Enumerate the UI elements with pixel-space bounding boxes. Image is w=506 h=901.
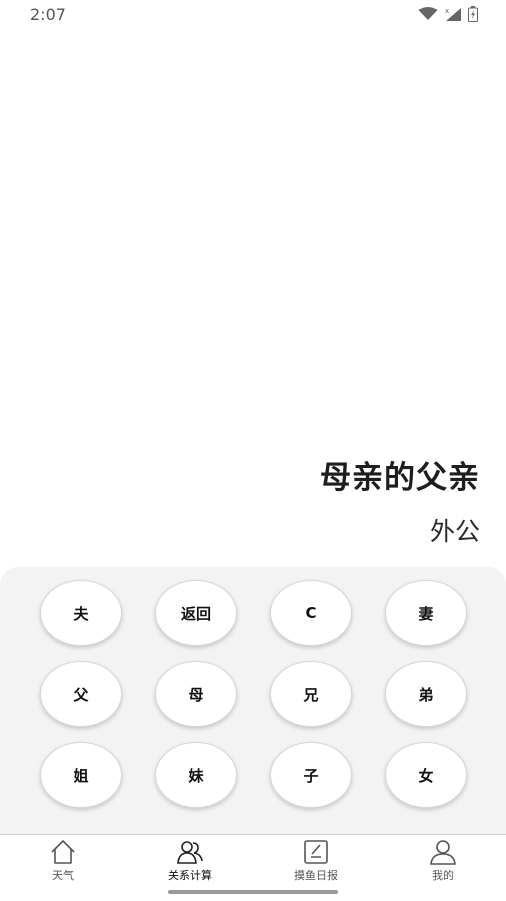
- status-bar: 2:07 x: [0, 0, 506, 30]
- people-icon: [176, 839, 204, 865]
- key-father[interactable]: 父: [40, 661, 122, 727]
- tab-relation-calculator-label: 关系计算: [168, 869, 212, 882]
- person-icon: [429, 839, 457, 865]
- key-elder-brother[interactable]: 兄: [270, 661, 352, 727]
- status-time: 2:07: [30, 5, 66, 24]
- tab-daily-report-label: 摸鱼日报: [294, 869, 338, 882]
- key-wife[interactable]: 妻: [385, 580, 467, 646]
- home-indicator[interactable]: [168, 890, 338, 894]
- wifi-icon: [418, 7, 438, 21]
- key-clear[interactable]: C: [270, 580, 352, 646]
- status-icons: x: [418, 6, 478, 22]
- key-back[interactable]: 返回: [155, 580, 237, 646]
- svg-text:x: x: [445, 7, 449, 15]
- cellular-signal-icon: x: [444, 6, 462, 22]
- note-icon: [302, 839, 330, 865]
- key-husband[interactable]: 夫: [40, 580, 122, 646]
- key-son[interactable]: 子: [270, 742, 352, 808]
- relation-result: 外公: [429, 517, 480, 546]
- key-younger-sister[interactable]: 妹: [155, 742, 237, 808]
- home-icon: [49, 839, 77, 865]
- key-mother[interactable]: 母: [155, 661, 237, 727]
- relation-expression: 母亲的父亲: [320, 460, 480, 496]
- tab-mine-label: 我的: [432, 869, 454, 882]
- battery-icon: [468, 6, 478, 22]
- key-younger-brother[interactable]: 弟: [385, 661, 467, 727]
- tab-weather-label: 天气: [52, 869, 74, 882]
- tab-daily-report[interactable]: 摸鱼日报: [253, 839, 379, 889]
- key-elder-sister[interactable]: 姐: [40, 742, 122, 808]
- keypad: 夫 返回 C 妻 父 母 兄 弟 姐 妹 子 女: [0, 567, 506, 835]
- tab-relation-calculator[interactable]: 关系计算: [127, 839, 253, 889]
- tab-weather[interactable]: 天气: [0, 839, 126, 889]
- tab-mine[interactable]: 我的: [380, 839, 506, 889]
- key-daughter[interactable]: 女: [385, 742, 467, 808]
